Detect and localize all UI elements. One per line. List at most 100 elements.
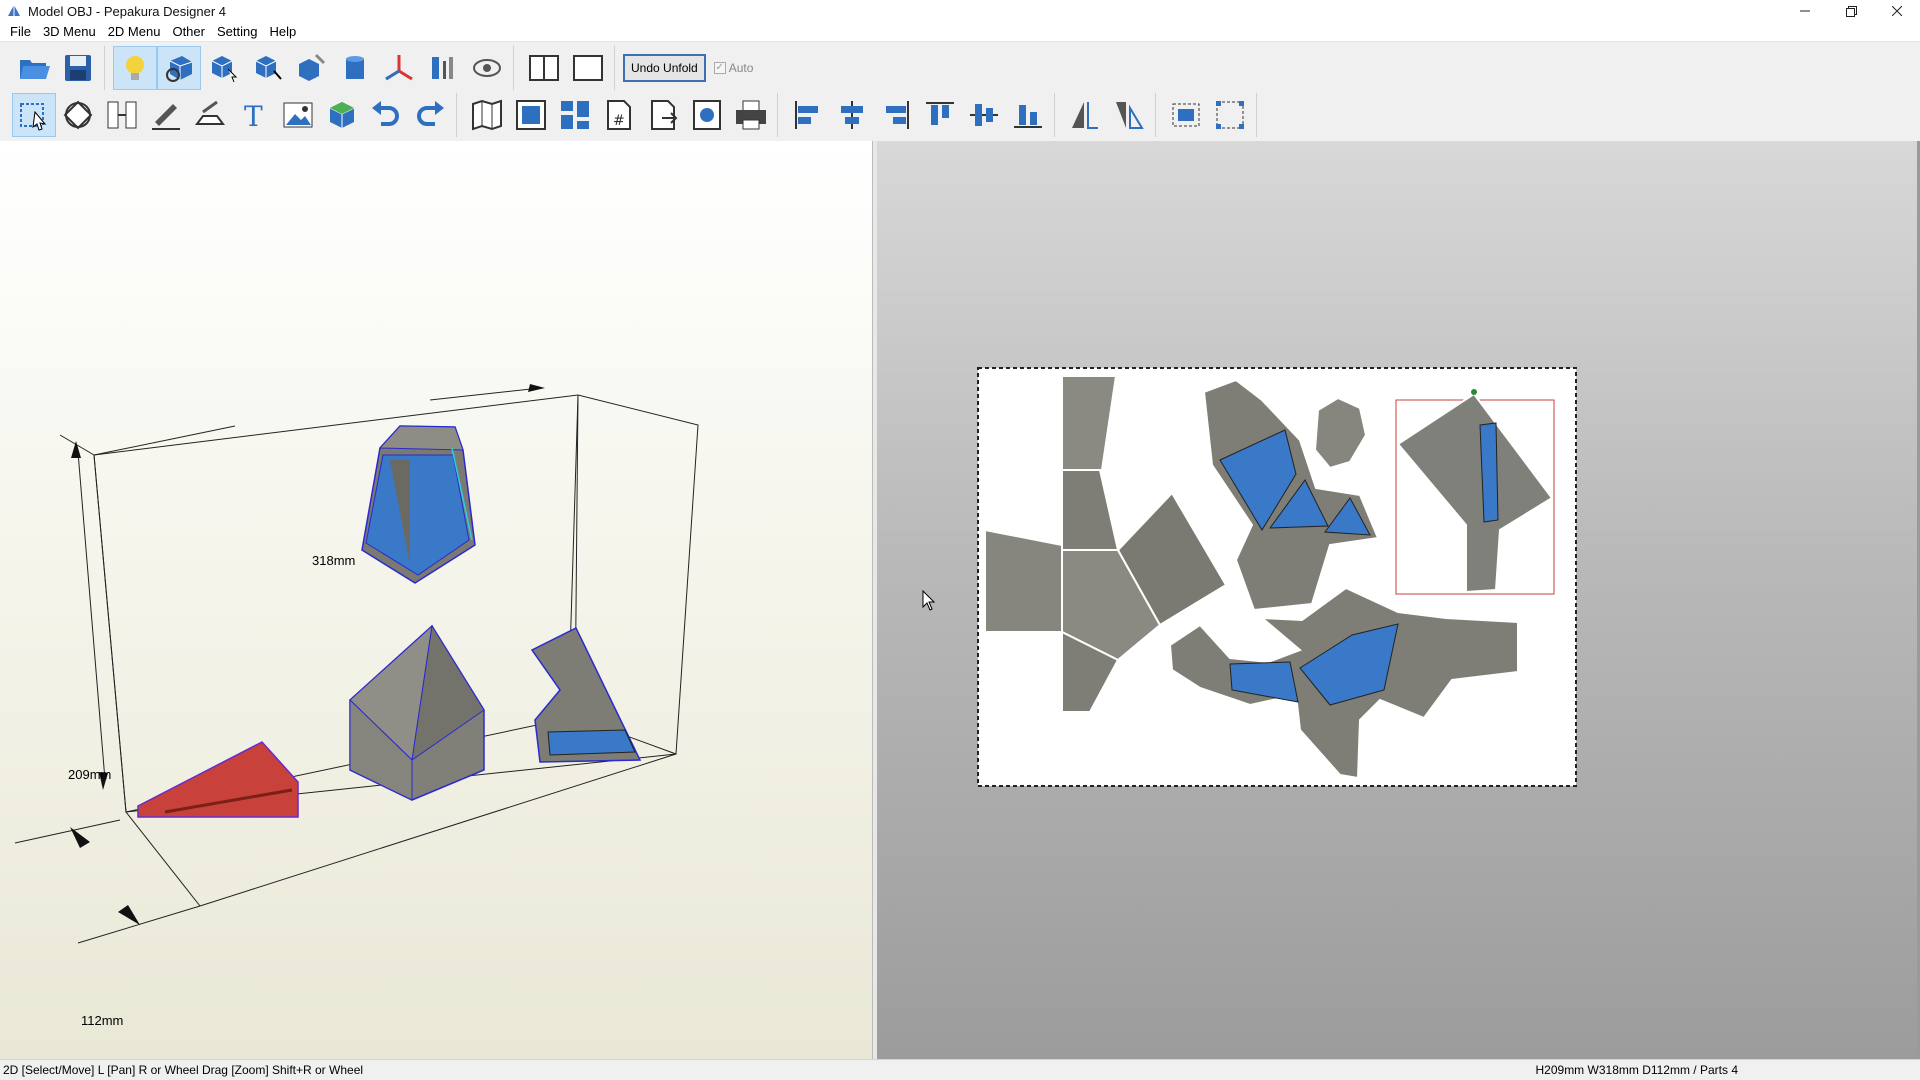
select-move-button[interactable] bbox=[12, 93, 56, 137]
2d-paper-layout[interactable] bbox=[877, 141, 1920, 1059]
status-dimensions: H209mm W318mm D112mm / Parts 4 bbox=[1535, 1063, 1739, 1077]
group-icon bbox=[1172, 103, 1200, 127]
axis-button[interactable] bbox=[377, 46, 421, 90]
align-right-button[interactable] bbox=[874, 93, 918, 137]
close-button[interactable] bbox=[1874, 0, 1920, 22]
flip-v-button[interactable] bbox=[1107, 93, 1151, 137]
light-button[interactable] bbox=[113, 46, 157, 90]
scale-button[interactable] bbox=[421, 46, 465, 90]
join-edges-button[interactable] bbox=[100, 93, 144, 137]
menu-help[interactable]: Help bbox=[263, 24, 302, 39]
fit-page-icon bbox=[516, 100, 546, 130]
cube-select-icon bbox=[211, 56, 238, 83]
restore-icon bbox=[1845, 5, 1857, 17]
unfold-button[interactable] bbox=[320, 93, 364, 137]
toolbar-area: Undo Unfold ✓ Auto T # bbox=[0, 43, 1920, 140]
height-dimension-label: 209mm bbox=[68, 767, 112, 782]
align-middle-button[interactable] bbox=[962, 93, 1006, 137]
map-fold-icon bbox=[472, 99, 502, 131]
cube-edit-button[interactable] bbox=[289, 46, 333, 90]
3d-part-pyramid[interactable] bbox=[349, 624, 485, 801]
align-center-h-button[interactable] bbox=[830, 93, 874, 137]
align-right-icon bbox=[886, 101, 909, 129]
open-button[interactable] bbox=[12, 46, 56, 90]
fold-line-button[interactable] bbox=[144, 93, 188, 137]
rotate-handle-icon[interactable] bbox=[1471, 389, 1477, 395]
rotate-view-button[interactable] bbox=[157, 46, 201, 90]
status-bar: 2D [Select/Move] L [Pan] R or Wheel Drag… bbox=[0, 1059, 1920, 1080]
ungroup-button[interactable] bbox=[1208, 93, 1252, 137]
print-button[interactable] bbox=[729, 93, 773, 137]
select-face-button[interactable] bbox=[201, 46, 245, 90]
2d-view[interactable] bbox=[877, 141, 1920, 1059]
menu-2d[interactable]: 2D Menu bbox=[102, 24, 167, 39]
page-number-icon: # bbox=[607, 100, 631, 130]
menu-file[interactable]: File bbox=[4, 24, 37, 39]
undo-icon bbox=[372, 101, 399, 126]
menu-other[interactable]: Other bbox=[166, 24, 211, 39]
text-icon: T bbox=[244, 100, 263, 132]
redo-icon bbox=[417, 101, 444, 126]
3d-part-selected-wedge[interactable] bbox=[137, 741, 299, 818]
split-view-icon bbox=[529, 55, 559, 81]
single-view-icon bbox=[573, 55, 603, 81]
title-bar: Model OBJ - Pepakura Designer 4 bbox=[0, 0, 1920, 22]
light-bulb-icon bbox=[126, 56, 144, 80]
group-button[interactable] bbox=[1164, 93, 1208, 137]
menu-setting[interactable]: Setting bbox=[211, 24, 263, 39]
undo-unfold-button[interactable]: Undo Unfold bbox=[623, 54, 706, 82]
select-move-icon bbox=[20, 103, 47, 131]
export-button[interactable] bbox=[641, 93, 685, 137]
rotate-part-button[interactable] bbox=[56, 93, 100, 137]
dim-arrow-icon bbox=[528, 384, 545, 392]
arrange-button[interactable] bbox=[553, 93, 597, 137]
flap-icon bbox=[195, 100, 225, 125]
menu-3d[interactable]: 3D Menu bbox=[37, 24, 102, 39]
view-button[interactable] bbox=[465, 46, 509, 90]
align-center-icon bbox=[841, 101, 863, 129]
align-top-button[interactable] bbox=[918, 93, 962, 137]
paper-fold-button[interactable] bbox=[465, 93, 509, 137]
3d-view[interactable]: 318mm 209mm 112mm bbox=[0, 141, 873, 1059]
flap-button[interactable] bbox=[188, 93, 232, 137]
dim-arrow-icon bbox=[118, 905, 140, 925]
dim-arrow-icon bbox=[71, 441, 81, 458]
maximize-button[interactable] bbox=[1828, 0, 1874, 22]
align-middle-icon bbox=[970, 104, 998, 126]
cylinder-button[interactable] bbox=[333, 46, 377, 90]
minimize-button[interactable] bbox=[1782, 0, 1828, 22]
split-view-button[interactable] bbox=[522, 46, 566, 90]
align-bottom-button[interactable] bbox=[1006, 93, 1050, 137]
align-left-icon bbox=[795, 101, 818, 129]
auto-label: Auto bbox=[728, 61, 754, 75]
page-number-button[interactable]: # bbox=[597, 93, 641, 137]
image-icon bbox=[283, 102, 313, 128]
3d-part-top[interactable] bbox=[361, 425, 476, 584]
text-button[interactable]: T bbox=[232, 93, 276, 137]
align-bottom-icon bbox=[1014, 105, 1042, 128]
flip-h-button[interactable] bbox=[1063, 93, 1107, 137]
cube-edge-icon bbox=[255, 56, 282, 80]
3d-part-right[interactable] bbox=[530, 626, 642, 763]
print-settings-button[interactable] bbox=[685, 93, 729, 137]
checkbox-check-icon: ✓ bbox=[713, 62, 726, 74]
single-view-button[interactable] bbox=[566, 46, 610, 90]
svg-text:#: # bbox=[613, 113, 625, 129]
fit-page-button[interactable] bbox=[509, 93, 553, 137]
pencil-line-icon bbox=[152, 104, 180, 130]
close-icon bbox=[1892, 6, 1902, 16]
save-button[interactable] bbox=[56, 46, 100, 90]
page-settings-icon bbox=[693, 100, 721, 130]
3d-scene[interactable] bbox=[0, 141, 873, 1059]
dim-arrow-icon bbox=[70, 827, 90, 848]
flip-horizontal-icon bbox=[1072, 102, 1098, 129]
bounding-box bbox=[14, 387, 699, 944]
undo-button[interactable] bbox=[364, 93, 408, 137]
align-left-button[interactable] bbox=[786, 93, 830, 137]
select-edge-button[interactable] bbox=[245, 46, 289, 90]
mouse-cursor-icon bbox=[922, 590, 936, 611]
depth-dimension-label: 112mm bbox=[81, 1013, 124, 1028]
redo-button[interactable] bbox=[408, 93, 452, 137]
image-button[interactable] bbox=[276, 93, 320, 137]
auto-checkbox[interactable]: ✓ Auto bbox=[713, 61, 754, 75]
